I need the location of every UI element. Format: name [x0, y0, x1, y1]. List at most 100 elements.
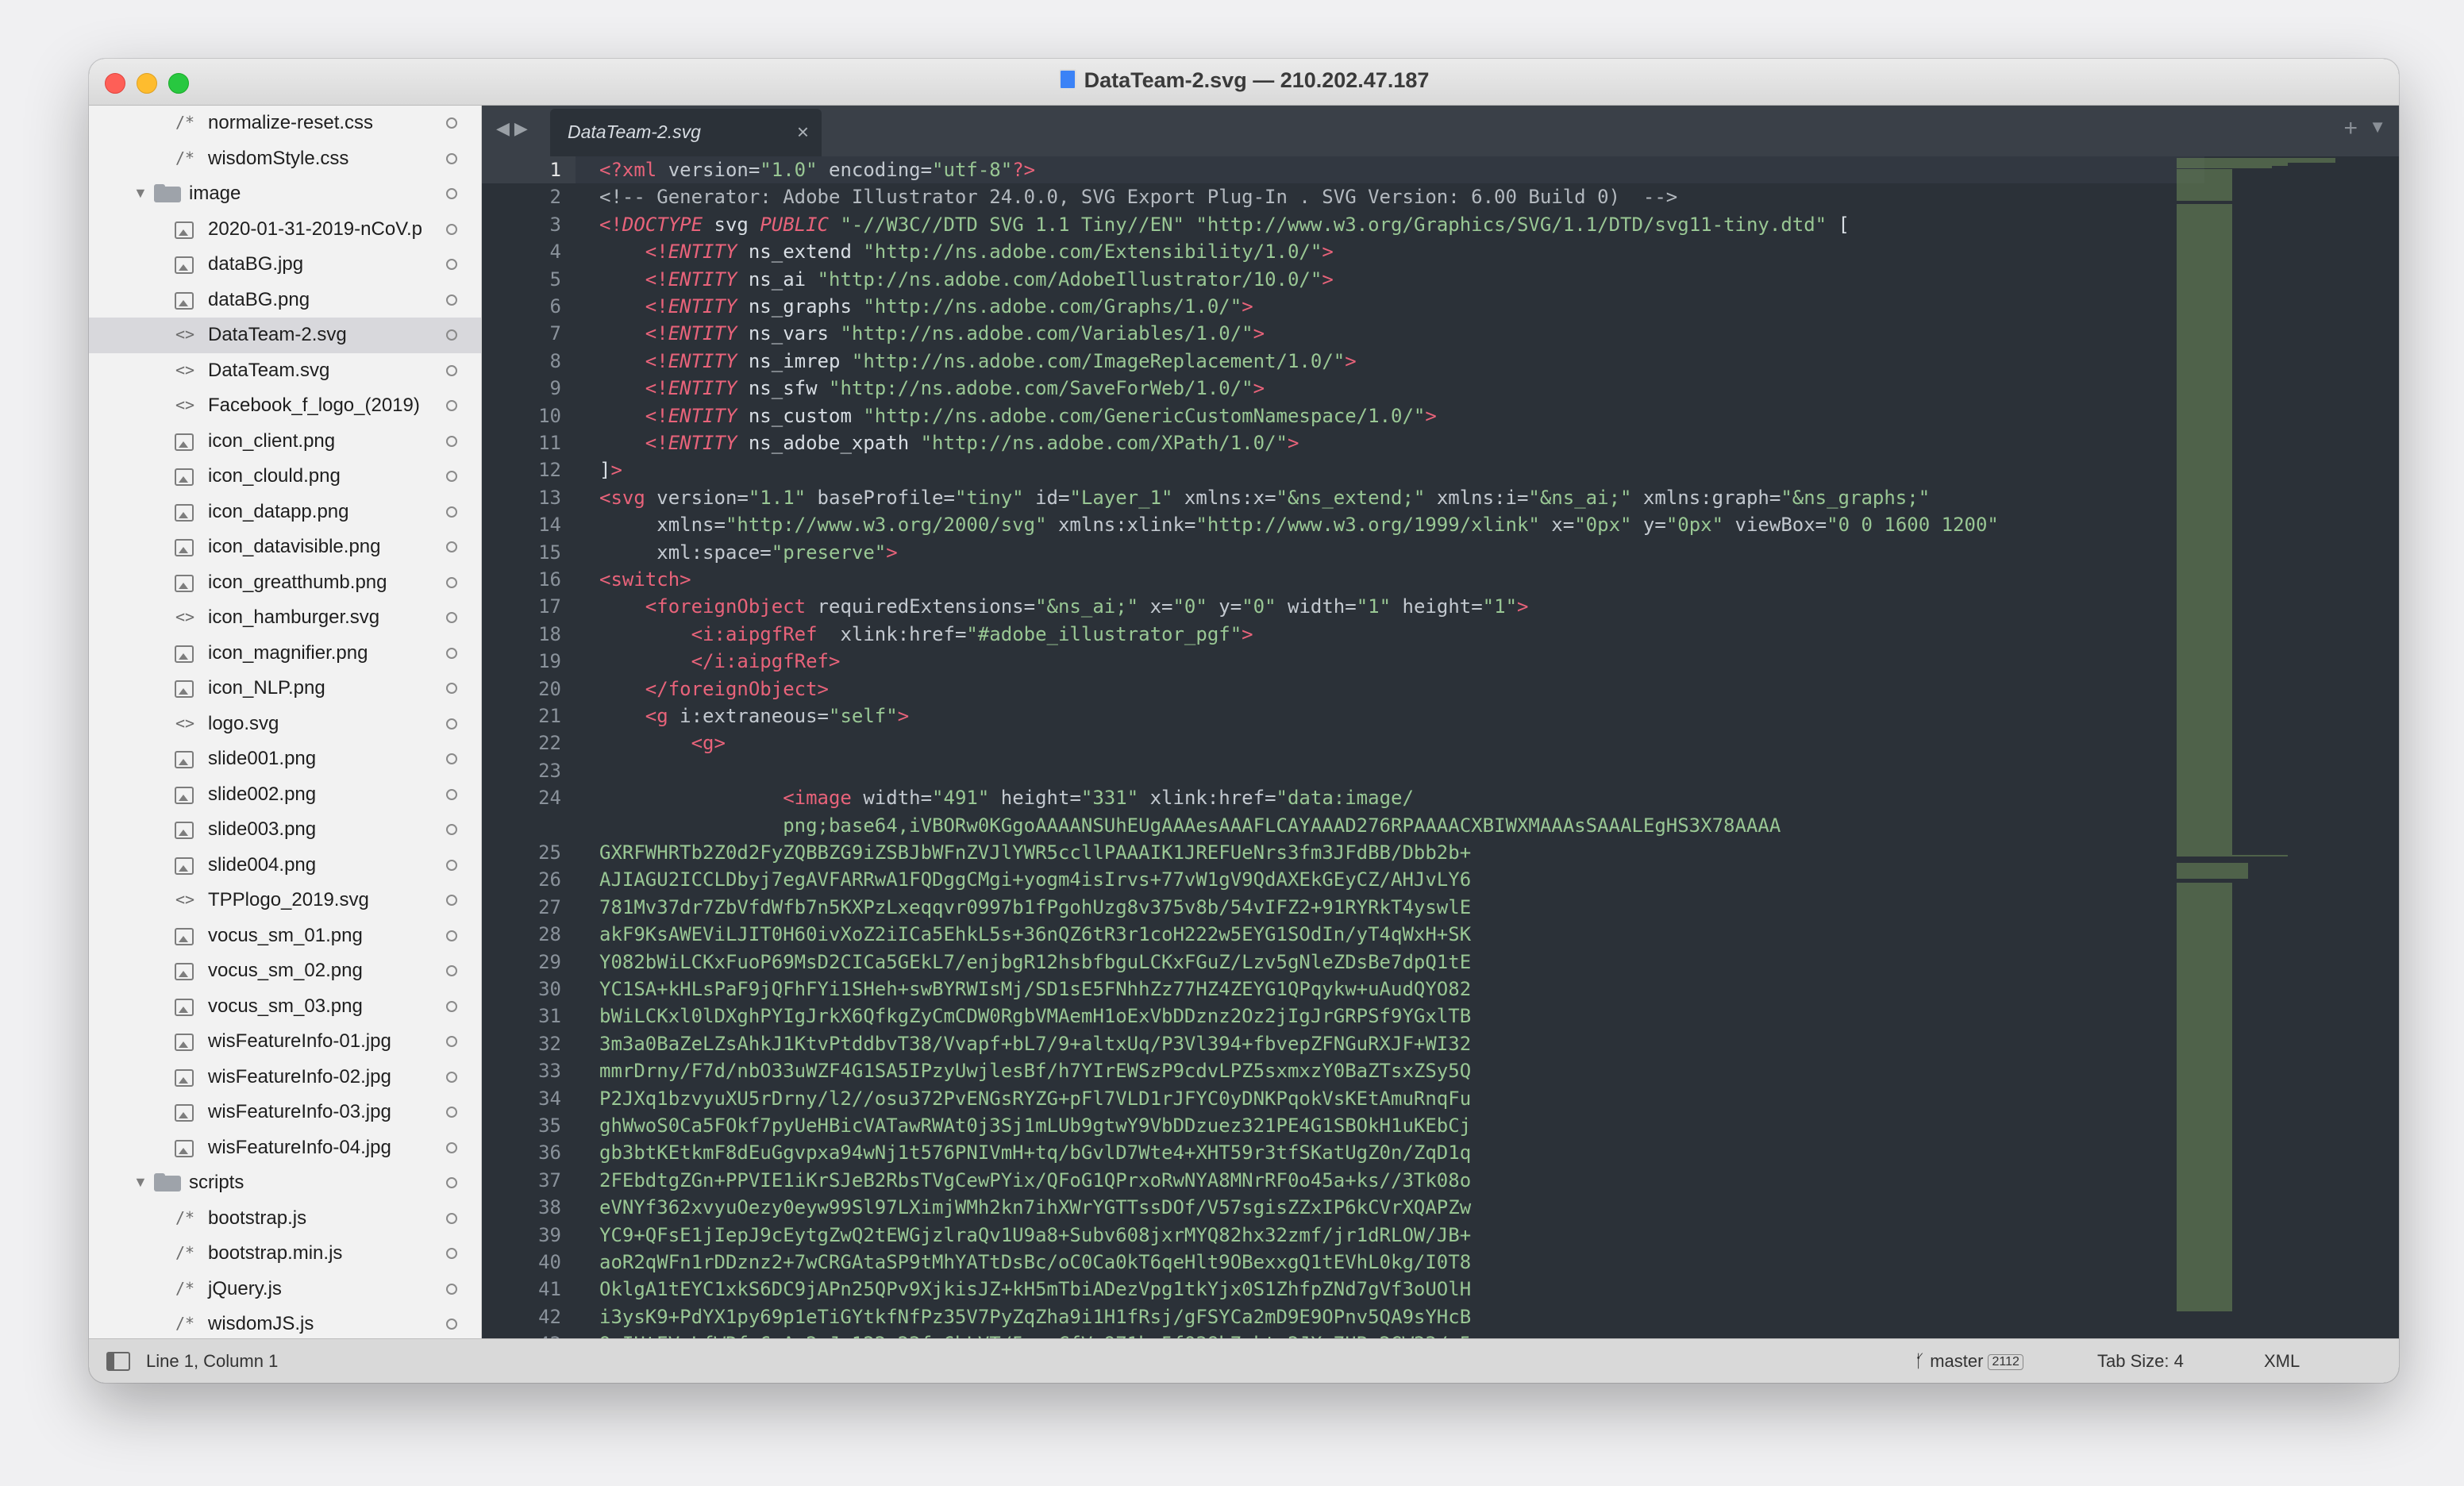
sidebar-file[interactable]: wisFeatureInfo-02.jpg [89, 1060, 481, 1095]
code-line[interactable]: 2FEbdtgZGn+PPVIE1iKrSJeB2RbsTVgCewPYix/Q… [599, 1167, 1471, 1194]
sidebar-file[interactable]: <> icon_hamburger.svg [89, 600, 481, 636]
sidebar-file[interactable]: /* bootstrap.min.js [89, 1236, 481, 1272]
sidebar-file[interactable]: icon_greatthumb.png [89, 565, 481, 601]
syntax-selector[interactable]: XML [2264, 1351, 2300, 1372]
code-line[interactable]: <?xml version="1.0" encoding="utf-8"?> [599, 156, 1035, 183]
code-line[interactable]: <!ENTITY ns_imrep "http://ns.adobe.com/I… [599, 348, 1357, 375]
sidebar-file[interactable]: <> DataTeam.svg [89, 353, 481, 389]
sidebar-folder[interactable]: ▼ scripts [89, 1165, 481, 1201]
branch-count-badge: 2112 [1988, 1354, 2023, 1370]
code-line[interactable]: aoR2qWFn1rDDznz2+7wCRGAtaSP9tMhYATtDsBc/… [599, 1249, 1471, 1276]
tab-size-selector[interactable]: Tab Size: 4 [2097, 1351, 2184, 1372]
line-number: 43 [482, 1330, 576, 1338]
code-line[interactable]: AJIAGU2ICCLDbyj7egAVFARRwA1FQDggCMgi+yog… [599, 866, 1471, 893]
sidebar-file[interactable]: slide002.png [89, 777, 481, 813]
code-line[interactable]: Y082bWiLCKxFuoP69MsD2CICa5GEkL7/enjbgR12… [599, 949, 1471, 976]
disclosure-arrow-icon[interactable]: ▼ [133, 185, 148, 202]
code-line[interactable]: xmlns="http://www.w3.org/2000/svg" xmlns… [599, 511, 1999, 538]
code-line[interactable]: <!ENTITY ns_vars "http://ns.adobe.com/Va… [599, 320, 1265, 347]
sidebar-file[interactable]: <> logo.svg [89, 706, 481, 742]
code-line[interactable]: <svg version="1.1" baseProfile="tiny" id… [599, 484, 1930, 511]
code-line[interactable]: bWiLCKxl0lDXghPYIgJrkX6QfkgZyCmCDW0RgbVM… [599, 1003, 1471, 1030]
code-line[interactable]: ghWwoS0Ca5FOkf7pyUeHBicVATawRWAt0j3Sj1mL… [599, 1112, 1471, 1139]
code-text-area[interactable]: <?xml version="1.0" encoding="utf-8"?> <!… [599, 156, 2187, 1338]
code-line[interactable]: ]> [599, 456, 622, 483]
sidebar-file[interactable]: slide004.png [89, 848, 481, 884]
sidebar-file[interactable]: icon_client.png [89, 424, 481, 460]
sidebar-file[interactable]: /* wisdomJS.js [89, 1307, 481, 1338]
code-line[interactable]: png;base64,iVBORw0KGgoAAAANSUhEUgAAAesAA… [599, 812, 1781, 839]
sidebar-file[interactable]: vocus_sm_03.png [89, 989, 481, 1025]
sidebar-file[interactable]: /* normalize-reset.css [89, 106, 481, 141]
code-editor[interactable]: 1 2 3 4 5 6 7 8 9 10 11 12 13 14 15 16 17 18 19 20 21 22 23 24 2… [482, 156, 2399, 1338]
code-line[interactable]: 3m3a0BaZeLZsAhkJ1KtvPtddbvT38/Vvapf+bL7/… [599, 1030, 1471, 1057]
code-line[interactable]: <g i:extraneous="self"> [599, 703, 909, 730]
sidebar-file[interactable]: slide001.png [89, 741, 481, 777]
git-branch[interactable]: ᚶ master 2112 [1915, 1351, 2023, 1372]
sidebar-file[interactable]: <> Facebook_f_logo_(2019) [89, 388, 481, 424]
code-line[interactable]: i3ysK9+PdYX1py69p1eTiGYtkfNfPz35V7PyZqZh… [599, 1303, 1471, 1330]
sidebar-file[interactable]: <> DataTeam-2.svg [89, 318, 481, 353]
sidebar-file[interactable]: /* wisdomStyle.css [89, 141, 481, 177]
sidebar-file[interactable]: icon_datapp.png [89, 495, 481, 530]
tab-menu-chevron-down-icon[interactable]: ▼ [2369, 117, 2386, 137]
minimap[interactable] [2177, 156, 2335, 1338]
code-line[interactable]: </i:aipgfRef> [599, 648, 841, 675]
code-token: ns_imrep [737, 349, 852, 372]
code-line[interactable]: <image width="491" height="331" xlink:hr… [599, 784, 1414, 811]
code-line[interactable]: 9uIHtEVgLfWRfs6mAz2wJw122e23fp6hLVT/5gvn… [599, 1330, 1471, 1338]
code-line[interactable]: P2JXq1bzvyuXU5rDrny/l2//osu372PvENGsRYZG… [599, 1085, 1471, 1112]
code-line[interactable]: <!ENTITY ns_extend "http://ns.adobe.com/… [599, 238, 1334, 265]
code-line[interactable]: <!ENTITY ns_ai "http://ns.adobe.com/Adob… [599, 266, 1334, 293]
code-line[interactable]: <!DOCTYPE svg PUBLIC "-//W3C//DTD SVG 1.… [599, 211, 1850, 238]
cursor-position[interactable]: Line 1, Column 1 [146, 1351, 278, 1372]
sidebar-folder[interactable]: ▼ image [89, 176, 481, 212]
sidebar-file[interactable]: vocus_sm_02.png [89, 953, 481, 989]
code-line[interactable]: YC1SA+kHLsPaF9jQFhFYi1SHeh+swBYRWIsMj/SD… [599, 976, 1471, 1003]
sidebar-file[interactable]: icon_magnifier.png [89, 636, 481, 672]
sidebar-file[interactable]: wisFeatureInfo-04.jpg [89, 1130, 481, 1166]
code-line[interactable]: <!-- Generator: Adobe Illustrator 24.0.0… [599, 183, 1677, 210]
sidebar-file[interactable]: /* jQuery.js [89, 1272, 481, 1307]
code-line[interactable]: <!ENTITY ns_sfw "http://ns.adobe.com/Sav… [599, 375, 1265, 402]
tab-datateam-2-svg[interactable]: DataTeam-2.svg × [550, 109, 822, 156]
code-line[interactable]: <switch> [599, 566, 691, 593]
code-line[interactable]: xml:space="preserve"> [599, 539, 897, 566]
sidebar-file[interactable]: vocus_sm_01.png [89, 918, 481, 954]
close-icon[interactable]: × [797, 120, 809, 144]
code-line[interactable]: gb3btKEtkmF8dEuGgvpxa94wNj1t576PNIVmH+tq… [599, 1139, 1471, 1166]
sidebar-file[interactable]: dataBG.jpg [89, 247, 481, 283]
sidebar-file[interactable]: wisFeatureInfo-01.jpg [89, 1024, 481, 1060]
code-line[interactable]: mmrDrny/F7d/nbO33uWZF4G1SA5IPzyUwjlesBf/… [599, 1057, 1471, 1084]
sidebar-file[interactable]: 2020-01-31-2019-nCoV.p [89, 212, 481, 248]
sidebar-file[interactable]: icon_clould.png [89, 459, 481, 495]
code-line[interactable]: YC9+QFsE1jIepJ9cEytgZwQ2tEWGjzlraQv1U9a8… [599, 1222, 1471, 1249]
code-line[interactable]: </foreignObject> [599, 676, 829, 703]
code-line[interactable]: OklgA1tEYC1xkS6DC9jAPn25QPv9XjkisJZ+kH5m… [599, 1276, 1471, 1303]
code-line[interactable]: GXRFWHRTb2Z0d2FyZQBBZG9iZSBJbWFnZVJlYWR5… [599, 839, 1471, 866]
code-line[interactable]: <foreignObject requiredExtensions="&ns_a… [599, 593, 1529, 620]
code-line[interactable]: eVNYf362xvyuOezy0eyw99Sl97LXimjWMh2kn7ih… [599, 1194, 1471, 1221]
sidebar-file[interactable]: icon_datavisible.png [89, 529, 481, 565]
code-line[interactable]: <g> [599, 730, 726, 756]
code-line[interactable]: <!ENTITY ns_custom "http://ns.adobe.com/… [599, 402, 1437, 429]
new-tab-plus-icon[interactable]: + [2343, 115, 2358, 142]
tab-nav-arrows[interactable]: ◀▶ [496, 118, 533, 139]
code-token: "http://ns.adobe.com/SaveForWeb/1.0/" [829, 377, 1253, 400]
code-line[interactable]: <!ENTITY ns_graphs "http://ns.adobe.com/… [599, 293, 1253, 320]
toggle-sidebar-icon[interactable] [106, 1352, 130, 1371]
sidebar-file[interactable]: wisFeatureInfo-03.jpg [89, 1095, 481, 1130]
sidebar-file[interactable]: <> TPPlogo_2019.svg [89, 883, 481, 918]
git-status-dot [446, 965, 457, 976]
code-token: YC1SA+kHLsPaF9jQFhFYi1SHeh+swBYRWIsMj/SD… [599, 978, 1472, 1000]
code-line[interactable]: <!ENTITY ns_adobe_xpath "http://ns.adobe… [599, 429, 1299, 456]
code-line[interactable]: 781Mv37dr7ZbVfdWfb7n5KXPzLxeqqvr0997b1fP… [599, 894, 1471, 921]
sidebar-file[interactable]: dataBG.png [89, 283, 481, 318]
disclosure-arrow-icon[interactable]: ▼ [133, 1174, 148, 1191]
sidebar-file[interactable]: icon_NLP.png [89, 671, 481, 706]
sidebar-file[interactable]: /* bootstrap.js [89, 1201, 481, 1237]
code-line[interactable]: akF9KsAWEViLJIT0H60ivXoZ2iICa5EhkL5s+36n… [599, 921, 1471, 948]
code-line[interactable]: <i:aipgfRef xlink:href="#adobe_illustrat… [599, 621, 1253, 648]
line-number: 8 [549, 349, 561, 372]
sidebar-file[interactable]: slide003.png [89, 812, 481, 848]
